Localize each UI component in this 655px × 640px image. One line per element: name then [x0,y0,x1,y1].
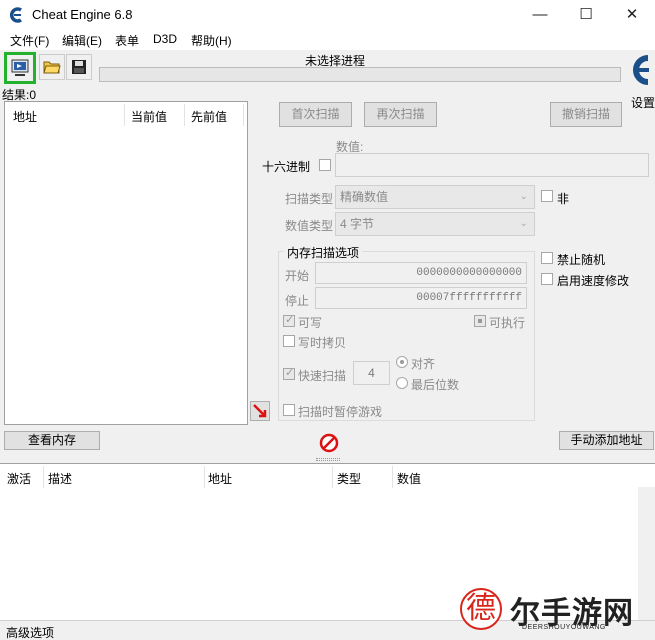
menu-bar: 文件(F) 编辑(E) 表单 D3D 帮助(H) [0,30,655,50]
stop-address-input[interactable]: 00007fffffffffff [315,287,527,309]
scan-type-label: 扫描类型 [285,192,334,206]
last-digits-label: 最后位数 [411,378,460,392]
pause-game-checkbox[interactable] [283,404,295,416]
align-label: 对齐 [411,357,436,371]
disable-random-checkbox[interactable] [541,252,553,264]
stop-icon[interactable] [318,432,340,454]
menu-file[interactable]: 文件(F) [10,32,49,49]
not-label: 非 [557,192,570,206]
scan-type-select[interactable]: 精确数值 ⌄ [335,185,535,209]
memory-scan-options-title: 内存扫描选项 [284,244,363,261]
column-previous-value[interactable]: 先前值 [191,108,227,125]
column-description[interactable]: 描述 [48,470,72,487]
start-address-input[interactable]: 0000000000000000 [315,262,527,284]
open-process-button[interactable] [4,52,36,84]
column-separator [124,104,125,126]
cheat-engine-logo-icon [8,6,26,24]
stop-label: 停止 [285,294,310,308]
settings-logo-icon[interactable] [626,50,654,90]
add-to-list-button[interactable] [250,401,270,421]
executable-label: 可执行 [489,316,526,330]
memory-view-button[interactable]: 查看内存 [4,431,100,450]
column-address[interactable]: 地址 [13,108,37,125]
hex-label: 十六进制 [262,160,311,174]
writable-checkbox[interactable] [283,313,295,327]
value-type-label: 数值类型 [285,219,334,233]
value-type-value: 4 字节 [340,217,375,231]
undo-scan-button[interactable]: 撤销扫描 [550,102,622,127]
column-separator [184,104,185,126]
floppy-disk-icon [72,60,86,74]
scan-type-value: 精确数值 [340,190,389,204]
fast-scan-input[interactable]: 4 [353,361,390,385]
not-checkbox[interactable] [541,190,553,202]
hex-checkbox[interactable] [319,159,331,171]
red-arrow-icon [253,404,267,418]
maximize-button[interactable]: ☐ [563,0,609,30]
fast-scan-label: 快速扫描 [298,369,347,383]
fast-scan-checkbox[interactable] [283,366,295,380]
column-type[interactable]: 类型 [337,470,361,487]
computer-icon [11,59,29,76]
watermark-url: DEERSHOUYOUWANG [522,624,606,631]
folder-open-icon [43,61,61,74]
disable-random-label: 禁止随机 [557,253,606,267]
save-button[interactable] [66,54,92,80]
menu-help[interactable]: 帮助(H) [191,32,232,49]
minimize-button[interactable]: — [517,0,563,30]
start-label: 开始 [285,269,310,283]
window-title: Cheat Engine 6.8 [32,7,133,22]
progress-bar [99,67,621,82]
copy-on-write-checkbox[interactable] [283,335,295,347]
menu-d3d[interactable]: D3D [153,32,177,46]
chevron-down-icon: ⌄ [519,218,528,229]
value-input[interactable] [335,153,649,177]
copy-on-write-label: 写时拷贝 [298,336,347,350]
writable-label: 可写 [298,316,323,330]
column-active[interactable]: 激活 [7,470,31,487]
column-separator [332,466,333,488]
title-bar: Cheat Engine 6.8 — ☐ ✕ [0,0,655,30]
settings-link[interactable]: 设置 [631,94,655,111]
speedhack-checkbox[interactable] [541,273,553,285]
column-value[interactable]: 数值 [397,470,421,487]
value-type-select[interactable]: 4 字节 ⌄ [335,212,535,236]
last-digits-radio[interactable] [396,377,408,389]
column-address[interactable]: 地址 [208,470,232,487]
align-radio[interactable] [396,356,408,368]
chevron-down-icon: ⌄ [519,191,528,202]
menu-edit[interactable]: 编辑(E) [62,32,102,49]
first-scan-button[interactable]: 首次扫描 [279,102,352,127]
column-current-value[interactable]: 当前值 [131,108,167,125]
watermark-logo: 德 尔手游网 DEERSHOUYOUWANG [460,580,655,640]
next-scan-button[interactable]: 再次扫描 [364,102,437,127]
column-separator [43,466,44,488]
close-button[interactable]: ✕ [609,0,655,30]
column-separator [243,104,244,126]
executable-checkbox[interactable] [474,315,486,327]
speedhack-label: 启用速度修改 [557,274,630,288]
watermark-char: 德 [460,588,502,630]
menu-table[interactable]: 表单 [115,32,139,49]
add-address-manually-button[interactable]: 手动添加地址 [559,431,654,450]
advanced-options-link[interactable]: 高级选项 [6,624,54,640]
open-file-button[interactable] [39,54,65,80]
found-list[interactable]: 地址 当前值 先前值 [4,101,248,425]
column-separator [204,466,205,488]
column-separator [392,466,393,488]
pause-game-label: 扫描时暂停游戏 [298,405,383,419]
splitter-handle[interactable] [316,458,340,461]
